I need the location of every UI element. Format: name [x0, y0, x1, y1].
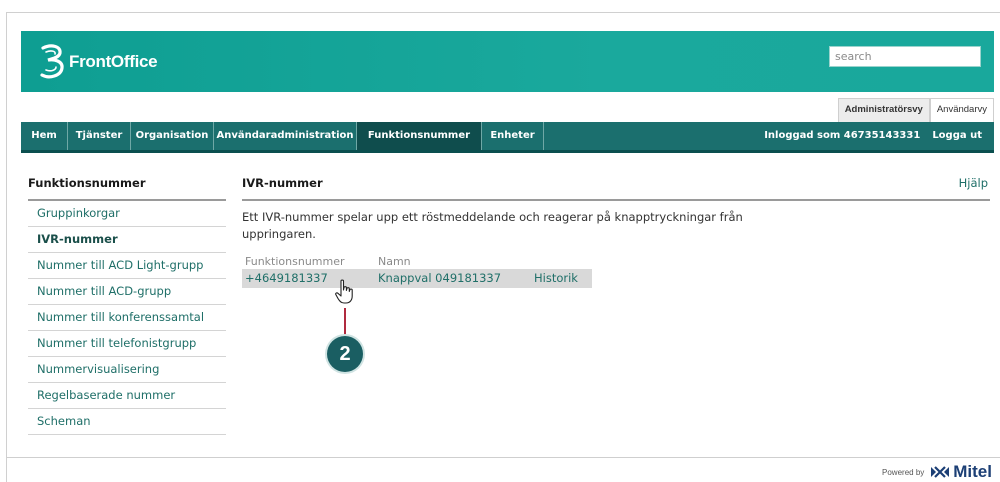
sidebar-item-telefonistgrupp[interactable]: Nummer till telefonistgrupp	[28, 331, 226, 357]
footer-divider	[6, 457, 1000, 458]
logout-link[interactable]: Logga ut	[932, 122, 982, 150]
page-description: Ett IVR-nummer spelar upp ett röstmeddel…	[242, 210, 743, 241]
history-link[interactable]: Historik	[534, 271, 578, 285]
logged-in-label: Inloggad som 46735143331	[764, 130, 921, 141]
page-title: IVR-nummer	[242, 176, 323, 190]
tab-anvandarvy[interactable]: Användarvy	[929, 98, 994, 122]
footer-powered-by: Powered by Mitel	[882, 462, 992, 482]
content-divider	[242, 199, 990, 201]
help-link[interactable]: Hjälp	[959, 176, 988, 190]
search-input[interactable]	[829, 46, 981, 67]
sidebar-item-regelbaserade[interactable]: Regelbaserade nummer	[28, 383, 226, 409]
sidebar-item-konferenssamtal[interactable]: Nummer till konferenssamtal	[28, 305, 226, 331]
cell-number[interactable]: +4649181337	[245, 271, 328, 285]
brand-name: FrontOffice	[69, 52, 158, 71]
nav-item-funktionsnummer[interactable]: Funktionsnummer	[357, 122, 482, 150]
mitel-logo-icon	[931, 466, 950, 478]
callout-line	[344, 308, 346, 338]
sidebar-list: Gruppinkorgar IVR-nummer Nummer till ACD…	[28, 201, 226, 435]
sidebar-item-acd-grupp[interactable]: Nummer till ACD-grupp	[28, 279, 226, 305]
user-area: Inloggad som 46735143331 Logga ut	[764, 122, 982, 150]
frontoffice-logo-icon	[40, 44, 64, 79]
tab-administratorsvy[interactable]: Administratörsvy	[837, 98, 930, 122]
view-switcher: Administratörsvy Användarvy	[837, 98, 994, 122]
hand-pointer-icon	[335, 279, 353, 304]
nav-item-hem[interactable]: Hem	[21, 122, 68, 150]
nav-item-anvandaradministration[interactable]: Användaradministration	[214, 122, 357, 150]
sidebar-item-gruppinkorgar[interactable]: Gruppinkorgar	[28, 201, 226, 227]
sidebar-item-nummervisualisering[interactable]: Nummervisualisering	[28, 357, 226, 383]
powered-by-label: Powered by	[882, 467, 925, 477]
vendor-name: Mitel	[953, 462, 992, 481]
table-row[interactable]: +4649181337 Knappval 049181337 Historik	[242, 269, 592, 288]
sidebar-item-ivr-nummer[interactable]: IVR-nummer	[28, 227, 226, 253]
cell-name[interactable]: Knappval 049181337	[378, 271, 501, 285]
sidebar-title: Funktionsnummer	[28, 176, 146, 190]
callout-badge: 2	[327, 336, 363, 372]
sidebar-item-scheman[interactable]: Scheman	[28, 409, 226, 435]
nav-item-enheter[interactable]: Enheter	[482, 122, 544, 150]
nav-item-organisation[interactable]: Organisation	[131, 122, 214, 150]
nav-item-tjanster[interactable]: Tjänster	[68, 122, 131, 150]
brand-logo[interactable]: FrontOffice	[37, 43, 158, 81]
top-banner: FrontOffice	[21, 31, 994, 92]
main-nav: Hem Tjänster Organisation Användaradmini…	[21, 122, 994, 153]
column-header-funktionsnummer: Funktionsnummer	[245, 255, 345, 268]
sidebar-item-acd-light[interactable]: Nummer till ACD Light-grupp	[28, 253, 226, 279]
column-header-namn: Namn	[378, 255, 411, 268]
